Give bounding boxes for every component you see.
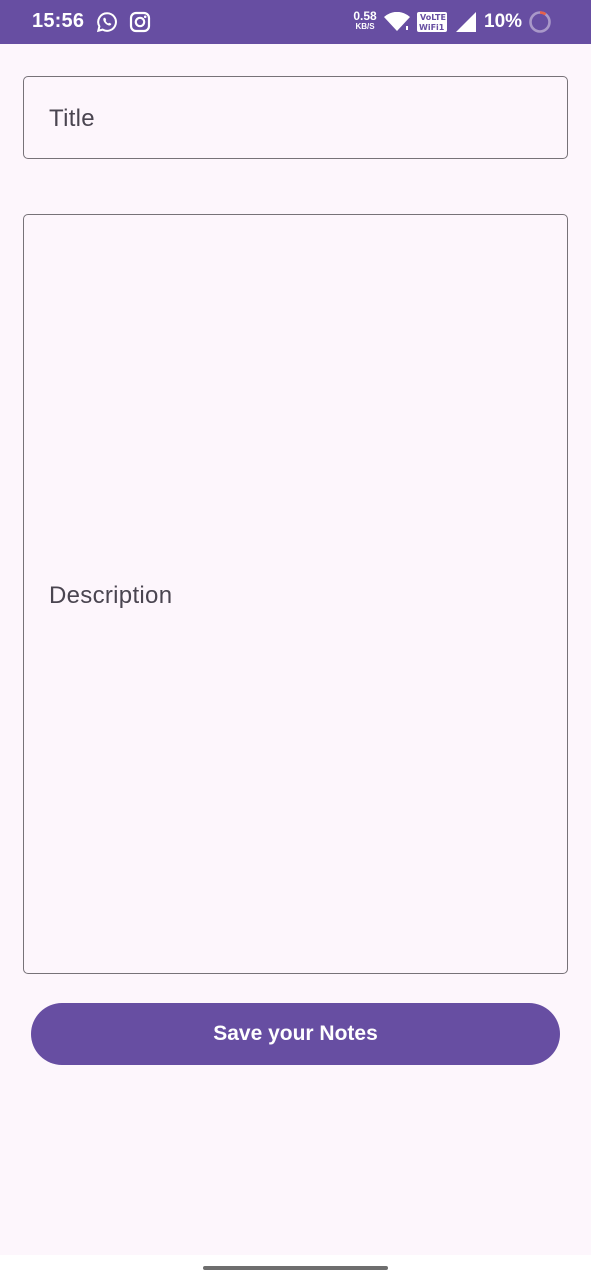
svg-text:VoLTE: VoLTE: [420, 13, 446, 22]
svg-text:WiFi1: WiFi1: [419, 23, 445, 32]
instagram-icon: [129, 11, 151, 33]
status-bar: 15:56 0.58 KB/S VoLTE WiFi1 10%: [0, 0, 591, 44]
battery-ring-icon: [529, 11, 551, 33]
home-gesture-handle[interactable]: [203, 1266, 388, 1270]
battery-percent: 10%: [484, 11, 523, 32]
status-time: 15:56: [32, 10, 85, 32]
network-speed-unit: KB/S: [355, 22, 375, 31]
description-placeholder: Description: [49, 582, 173, 609]
network-speed: 0.58 KB/S: [351, 9, 379, 32]
description-input[interactable]: Description: [23, 214, 568, 974]
vowifi-icon: VoLTE WiFi1: [417, 12, 447, 32]
save-notes-button[interactable]: Save your Notes: [31, 1003, 560, 1065]
title-placeholder: Title: [49, 105, 95, 132]
cell-signal-icon: [456, 12, 476, 32]
network-speed-value: 0.58: [353, 9, 377, 23]
title-input[interactable]: Title: [23, 76, 568, 159]
navigation-bar: [0, 1255, 591, 1280]
whatsapp-icon: [96, 12, 117, 33]
wifi-icon: [384, 12, 410, 31]
